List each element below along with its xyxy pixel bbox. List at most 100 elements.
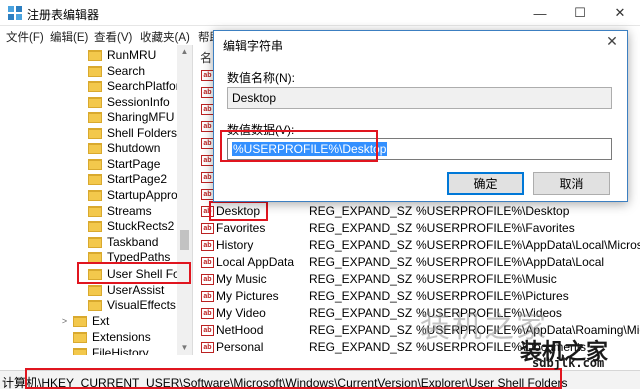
tree-item[interactable]: SharingMFU bbox=[88, 109, 174, 125]
value-name: My Pictures bbox=[216, 289, 279, 303]
tree-item[interactable]: SessionInfo bbox=[88, 94, 170, 110]
value-name: Desktop bbox=[216, 204, 261, 218]
menu-favorites[interactable]: 收藏夹(A) bbox=[140, 29, 190, 45]
folder-icon bbox=[88, 111, 102, 123]
dialog-close-icon[interactable]: ✕ bbox=[603, 33, 621, 50]
string-value-icon: ab bbox=[201, 308, 214, 319]
folder-icon bbox=[88, 158, 102, 170]
string-value-icon: ab bbox=[201, 223, 214, 234]
value-type: REG_EXPAND_SZ bbox=[309, 323, 413, 337]
tree-item[interactable]: FileHistory bbox=[73, 345, 149, 355]
list-item[interactable]: ab My Music REG_EXPAND_SZ %USERPROFILE%\… bbox=[194, 271, 640, 288]
cancel-button[interactable]: 取消 bbox=[533, 172, 610, 195]
string-value-icon: ab bbox=[201, 206, 214, 217]
tree-item[interactable]: StartPage2 bbox=[88, 171, 167, 187]
tree-item[interactable]: Search bbox=[88, 63, 145, 79]
value-type: REG_EXPAND_SZ bbox=[309, 289, 413, 303]
scroll-down-icon[interactable]: ▼ bbox=[177, 341, 192, 355]
folder-icon bbox=[88, 49, 102, 61]
tree-item[interactable]: > Ext bbox=[60, 313, 109, 329]
list-item[interactable]: ab My Pictures REG_EXPAND_SZ %USERPROFIL… bbox=[194, 288, 640, 305]
string-value-icon: ab bbox=[201, 325, 214, 336]
tree-item[interactable]: SearchPlatforr bbox=[88, 78, 184, 94]
column-header-name[interactable]: 名 bbox=[200, 49, 212, 66]
tree-item[interactable]: Shell Folders bbox=[88, 125, 177, 141]
folder-icon bbox=[88, 205, 102, 217]
value-type: REG_EXPAND_SZ bbox=[309, 272, 413, 286]
value-name: My Music bbox=[216, 272, 267, 286]
value-type: REG_EXPAND_SZ bbox=[309, 221, 413, 235]
minimize-button[interactable]: — bbox=[520, 0, 560, 26]
tree-item[interactable]: Streams bbox=[88, 203, 152, 219]
tree-item[interactable]: Extensions bbox=[73, 329, 151, 345]
folder-icon bbox=[88, 80, 102, 92]
close-button[interactable]: ✕ bbox=[600, 0, 640, 26]
list-item[interactable]: ab History REG_EXPAND_SZ %USERPROFILE%\A… bbox=[194, 237, 640, 254]
list-item[interactable]: ab Favorites REG_EXPAND_SZ %USERPROFILE%… bbox=[194, 220, 640, 237]
folder-icon bbox=[88, 299, 102, 311]
value-data: %USERPROFILE%\Pictures bbox=[416, 289, 569, 303]
expander-icon[interactable]: > bbox=[60, 316, 69, 326]
folder-icon bbox=[88, 284, 102, 296]
value-data: %USERPROFILE%\Music bbox=[416, 272, 557, 286]
tree-item-user-shell-folders[interactable]: User Shell Fold bbox=[88, 266, 189, 282]
value-type: REG_EXPAND_SZ bbox=[309, 306, 413, 320]
value-data-label: 数值数据(V): bbox=[227, 123, 295, 137]
maximize-button[interactable]: ☐ bbox=[560, 0, 600, 26]
folder-icon bbox=[88, 236, 102, 248]
tree-item[interactable]: StartupAppro bbox=[88, 187, 178, 203]
value-type: REG_EXPAND_SZ bbox=[309, 255, 413, 269]
tree-item[interactable]: StartPage bbox=[88, 156, 160, 172]
scroll-thumb[interactable] bbox=[180, 230, 189, 250]
folder-icon bbox=[88, 65, 102, 77]
tree-item[interactable]: UserAssist bbox=[88, 282, 164, 298]
tree-item[interactable]: Taskband bbox=[88, 234, 158, 250]
folder-icon bbox=[73, 347, 87, 355]
menu-file[interactable]: 文件(F) bbox=[6, 29, 44, 45]
key-tree[interactable]: RunMRU Search SearchPlatforr SessionInfo… bbox=[0, 45, 193, 355]
value-data-field[interactable]: %USERPROFILE%\Desktop bbox=[227, 138, 612, 160]
tree-item[interactable]: VisualEffects bbox=[88, 297, 176, 313]
tree-item[interactable]: Shutdown bbox=[88, 140, 160, 156]
value-type: REG_EXPAND_SZ bbox=[309, 238, 413, 252]
folder-icon bbox=[88, 189, 102, 201]
folder-icon bbox=[88, 251, 102, 263]
list-item-desktop[interactable]: ab Desktop REG_EXPAND_SZ %USERPROFILE%\D… bbox=[194, 203, 640, 220]
value-data: %USERPROFILE%\AppData\Local\Micros bbox=[416, 238, 640, 252]
tree-vertical-scrollbar[interactable]: ▲ ▼ bbox=[177, 45, 192, 355]
tree-item[interactable]: TypedPaths bbox=[88, 249, 170, 265]
dialog-title: 编辑字符串 bbox=[223, 39, 284, 53]
folder-icon bbox=[88, 173, 102, 185]
value-name-field[interactable]: Desktop bbox=[227, 87, 612, 109]
string-value-icon: ab bbox=[201, 274, 214, 285]
value-type: REG_EXPAND_SZ bbox=[309, 340, 413, 354]
folder-icon bbox=[88, 220, 102, 232]
folder-icon bbox=[73, 315, 87, 327]
tree-item[interactable]: RunMRU bbox=[88, 47, 156, 63]
list-item[interactable]: ab My Video REG_EXPAND_SZ %USERPROFILE%\… bbox=[194, 305, 640, 322]
folder-icon bbox=[88, 142, 102, 154]
watermark-url: sdbjlk.com bbox=[532, 356, 605, 370]
value-name: Personal bbox=[216, 340, 264, 354]
value-name: History bbox=[216, 238, 254, 252]
folder-icon bbox=[88, 268, 102, 280]
value-data: %USERPROFILE%\Desktop bbox=[416, 204, 570, 218]
list-item[interactable]: ab Local AppData REG_EXPAND_SZ %USERPROF… bbox=[194, 254, 640, 271]
tree-item[interactable]: StuckRects2 bbox=[88, 218, 174, 234]
status-bar: 计算机\HKEY_CURRENT_USER\Software\Microsoft… bbox=[0, 370, 640, 389]
menu-edit[interactable]: 编辑(E) bbox=[50, 29, 88, 45]
string-value-icon: ab bbox=[201, 240, 214, 251]
string-value-icon: ab bbox=[201, 291, 214, 302]
string-value-icon: ab bbox=[201, 342, 214, 353]
window-title: 注册表编辑器 bbox=[27, 8, 100, 22]
value-data: %USERPROFILE%\AppData\Local bbox=[416, 255, 605, 269]
ok-button[interactable]: 确定 bbox=[447, 172, 524, 195]
folder-icon bbox=[88, 96, 102, 108]
value-name: Local AppData bbox=[216, 255, 295, 269]
title-bar: 注册表编辑器 — ☐ ✕ bbox=[0, 0, 640, 26]
folder-icon bbox=[73, 331, 87, 343]
regedit-icon bbox=[8, 6, 22, 20]
value-name-label: 数值名称(N): bbox=[227, 71, 295, 85]
menu-view[interactable]: 查看(V) bbox=[94, 29, 132, 45]
scroll-up-icon[interactable]: ▲ bbox=[177, 45, 192, 59]
